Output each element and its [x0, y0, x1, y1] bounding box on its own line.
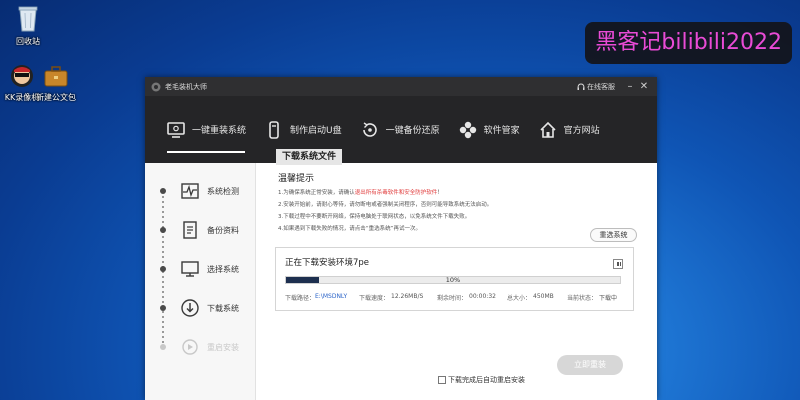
state-label: 当前状态： — [567, 295, 598, 302]
tip-text: ！ — [437, 190, 443, 196]
main-panel: 下载系统文件 温馨提示 1.为确保系统正常安装，请确认退出所有杀毒软件和安全防护… — [256, 149, 657, 400]
window-title: 老毛装机大师 — [165, 82, 207, 91]
title-bar[interactable]: 老毛装机大师 在线客服 – ✕ — [145, 77, 657, 96]
watermark-banner: 黑客记bilibili2022 — [585, 22, 792, 64]
tip-text: 3.下载过程中不要断开网络，保持电脑处于联网状态，以免系统文件下载失败。 — [278, 214, 471, 220]
app-logo-icon — [151, 82, 161, 91]
display-icon — [181, 261, 199, 277]
auto-restart-option[interactable]: 下载完成后自动重启安装 — [438, 375, 525, 385]
main-nav: 一键重装系统 制作启动U盘 一键备份还原 软件管家 官方网站 — [145, 96, 657, 163]
online-service-link[interactable]: 在线客服 — [577, 82, 615, 92]
reinstall-now-button[interactable]: 立即重装 — [557, 355, 623, 375]
progress-bar: 10% — [285, 276, 621, 284]
speed-label: 下载速度： — [359, 295, 390, 302]
window-body: 系统检测 备份资料 选择系统 下载系统 重启安装 下载系统文件 温馨提示 1.为… — [145, 149, 657, 400]
step-dot — [160, 344, 166, 350]
minimize-button[interactable]: – — [623, 77, 637, 96]
state-value: 下载中 — [599, 295, 618, 302]
progress-percent: 10% — [445, 276, 461, 284]
step-dot — [160, 188, 166, 194]
progress-title: 正在下载安装环境7pe — [285, 258, 370, 268]
step-system-check: 系统检测 — [145, 178, 256, 204]
step-dot — [160, 266, 166, 272]
document-icon — [183, 221, 197, 239]
desktop-icon-label: 回收站 — [16, 37, 40, 46]
close-button[interactable]: ✕ — [637, 77, 651, 96]
auto-restart-label: 下载完成后自动重启安装 — [448, 376, 525, 384]
briefcase-icon — [44, 66, 68, 87]
tip-text: 2.安装开始前，请耐心等待，请勿断电或者强制关闭程序，否则可能导致系统无法启动。 — [278, 202, 493, 208]
download-icon — [181, 299, 199, 317]
pulse-icon — [181, 183, 199, 199]
home-icon — [540, 121, 556, 138]
step-label: 选择系统 — [207, 264, 239, 274]
step-backup-data: 备份资料 — [145, 217, 256, 243]
nav-one-click-reinstall[interactable]: 一键重装系统 — [157, 96, 255, 163]
step-sidebar: 系统检测 备份资料 选择系统 下载系统 重启安装 — [145, 163, 256, 400]
auto-restart-checkbox[interactable] — [438, 376, 446, 384]
pause-icon[interactable] — [613, 259, 623, 269]
step-label: 重启安装 — [207, 342, 239, 352]
nav-backup-restore[interactable]: 一键备份还原 — [351, 96, 449, 163]
section-title: 下载系统文件 — [276, 149, 343, 165]
nav-label: 制作启动U盘 — [290, 126, 342, 136]
tip-highlight: 退出所有杀毒软件和安全防护软件 — [354, 190, 438, 196]
step-select-system: 选择系统 — [145, 256, 256, 282]
recycle-bin-shortcut[interactable]: 回收站 — [0, 4, 56, 47]
tips-title: 温馨提示 — [278, 174, 315, 184]
tip-line: 2.安装开始前，请耐心等待，请勿断电或者强制关闭程序，否则可能导致系统无法启动。 — [278, 200, 492, 208]
nav-label: 一键备份还原 — [385, 126, 440, 136]
reselect-system-button[interactable]: 重选系统 — [590, 228, 637, 242]
step-download-system: 下载系统 — [145, 295, 256, 321]
step-dot — [160, 305, 166, 311]
path-value: E:\MSDNLY — [315, 293, 348, 300]
nav-label: 软件管家 — [483, 126, 520, 136]
headset-icon — [577, 82, 585, 90]
tip-line: 1.为确保系统正常安装，请确认退出所有杀毒软件和安全防护软件！ — [278, 188, 443, 196]
size-value: 450MB — [533, 293, 554, 300]
tip-text: 4.如果遇到下载失败的情况，请点击“重选系统”再试一次。 — [278, 226, 421, 232]
time-label: 剩余时间： — [437, 295, 468, 302]
usb-icon — [269, 120, 279, 139]
nav-label: 官方网站 — [563, 126, 600, 136]
briefcase-shortcut[interactable]: 新建公文包 — [28, 64, 84, 103]
desktop-icon-label: 新建公文包 — [36, 93, 76, 102]
path-label: 下载路径： — [285, 295, 316, 302]
step-label: 下载系统 — [207, 303, 239, 313]
size-label: 总大小： — [507, 295, 532, 302]
software-icon — [459, 121, 476, 138]
recycle-bin-icon — [18, 6, 38, 32]
tip-text: 1.为确保系统正常安装，请确认 — [278, 190, 355, 196]
backup-restore-icon — [362, 121, 377, 137]
tip-line: 3.下载过程中不要断开网络，保持电脑处于联网状态，以免系统文件下载失败。 — [278, 212, 470, 220]
step-restart-install: 重启安装 — [145, 334, 256, 360]
tip-line: 4.如果遇到下载失败的情况，请点击“重选系统”再试一次。 — [278, 224, 421, 232]
nav-software-manager[interactable]: 软件管家 — [449, 96, 529, 163]
online-service-label: 在线客服 — [587, 82, 615, 91]
nav-label: 一键重装系统 — [192, 126, 247, 136]
step-label: 系统检测 — [207, 186, 239, 196]
time-value: 00:00:32 — [469, 293, 496, 300]
speed-value: 12.26MB/S — [391, 293, 424, 300]
step-dot — [160, 227, 166, 233]
restart-icon — [182, 339, 198, 355]
download-progress-panel: 正在下载安装环境7pe 10% 下载路径： E:\MSDNLY 下载速度： 12… — [275, 247, 634, 311]
nav-official-site[interactable]: 官方网站 — [529, 96, 609, 163]
monitor-icon — [167, 121, 185, 138]
step-label: 备份资料 — [207, 225, 239, 235]
